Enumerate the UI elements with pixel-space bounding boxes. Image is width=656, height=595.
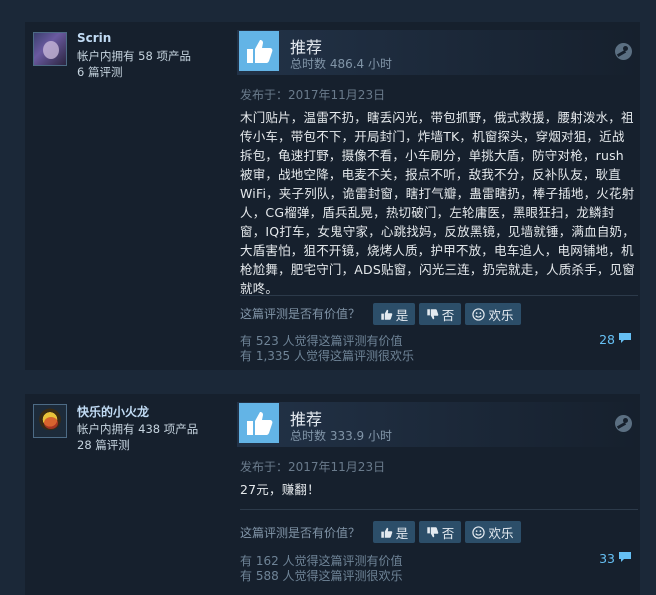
comment-bubble-icon — [618, 332, 632, 347]
thumbs-up-icon — [380, 526, 393, 539]
helpful-question: 这篇评测是否有价值？ — [240, 307, 361, 321]
vote-yes-label: 是 — [395, 525, 409, 541]
hours-played: 总时数 333.9 小时 — [290, 429, 392, 443]
thumbs-up-icon — [380, 308, 393, 321]
thumbs-down-icon — [426, 308, 439, 321]
review-card: Scrin 帐户内拥有 58 项产品 6 篇评测 推荐 总时数 486.4 小时… — [25, 22, 640, 370]
avatar[interactable] — [33, 404, 67, 438]
author-name[interactable]: 快乐的小火龙 — [77, 403, 149, 420]
thumbs-up-icon — [239, 403, 279, 443]
vote-funny-label: 欢乐 — [488, 307, 514, 323]
vote-funny-label: 欢乐 — [488, 525, 514, 541]
author-products[interactable]: 帐户内拥有 58 项产品 — [77, 48, 191, 64]
vote-yes-label: 是 — [395, 307, 409, 323]
helpful-question: 这篇评测是否有价值？ — [240, 526, 361, 540]
comments-link[interactable]: 28 — [599, 332, 632, 347]
vote-header[interactable]: 推荐 总时数 333.9 小时 — [237, 402, 639, 447]
funny-count: 有 1,335 人觉得这篇评测很欢乐 — [240, 349, 414, 363]
thumbs-down-icon — [426, 526, 439, 539]
vote-yes-button[interactable]: 是 — [373, 521, 415, 543]
posted-date: 发布于：2017年11月23日 — [240, 88, 386, 102]
vote-funny-button[interactable]: 欢乐 — [465, 303, 521, 325]
vote-yes-button[interactable]: 是 — [373, 303, 415, 325]
steam-icon — [615, 415, 632, 432]
comment-count: 28 — [599, 332, 615, 347]
review-text: 27元，赚翻！ — [240, 482, 320, 497]
steam-icon — [615, 43, 632, 60]
funny-count: 有 588 人觉得这篇评测很欢乐 — [240, 569, 403, 583]
vote-no-button[interactable]: 否 — [419, 303, 461, 325]
smiley-icon — [472, 525, 486, 539]
review-text: 木门贴片，温雷不扔，瞎丢闪光，带包抓野，俄式救援，腰射泼水，祖传小车，带包不下，… — [240, 110, 636, 296]
smiley-icon — [472, 307, 486, 321]
review-card: 快乐的小火龙 帐户内拥有 438 项产品 28 篇评测 推荐 总时数 333.9… — [25, 394, 640, 595]
vote-no-label: 否 — [441, 525, 455, 541]
divider — [240, 509, 638, 510]
author-products[interactable]: 帐户内拥有 438 项产品 — [77, 421, 198, 437]
comment-bubble-icon — [618, 551, 632, 566]
vote-header[interactable]: 推荐 总时数 486.4 小时 — [237, 30, 639, 75]
author-reviews[interactable]: 6 篇评测 — [77, 64, 122, 80]
comment-count: 33 — [599, 551, 615, 566]
posted-date: 发布于：2017年11月23日 — [240, 460, 386, 474]
author-name[interactable]: Scrin — [77, 31, 111, 45]
vote-funny-button[interactable]: 欢乐 — [465, 521, 521, 543]
thumbs-up-icon — [239, 31, 279, 71]
hours-played: 总时数 486.4 小时 — [290, 57, 392, 71]
vote-no-button[interactable]: 否 — [419, 521, 461, 543]
divider — [240, 295, 638, 296]
avatar[interactable] — [33, 32, 67, 66]
vote-no-label: 否 — [441, 307, 455, 323]
author-reviews[interactable]: 28 篇评测 — [77, 437, 130, 453]
comments-link[interactable]: 33 — [599, 551, 632, 566]
